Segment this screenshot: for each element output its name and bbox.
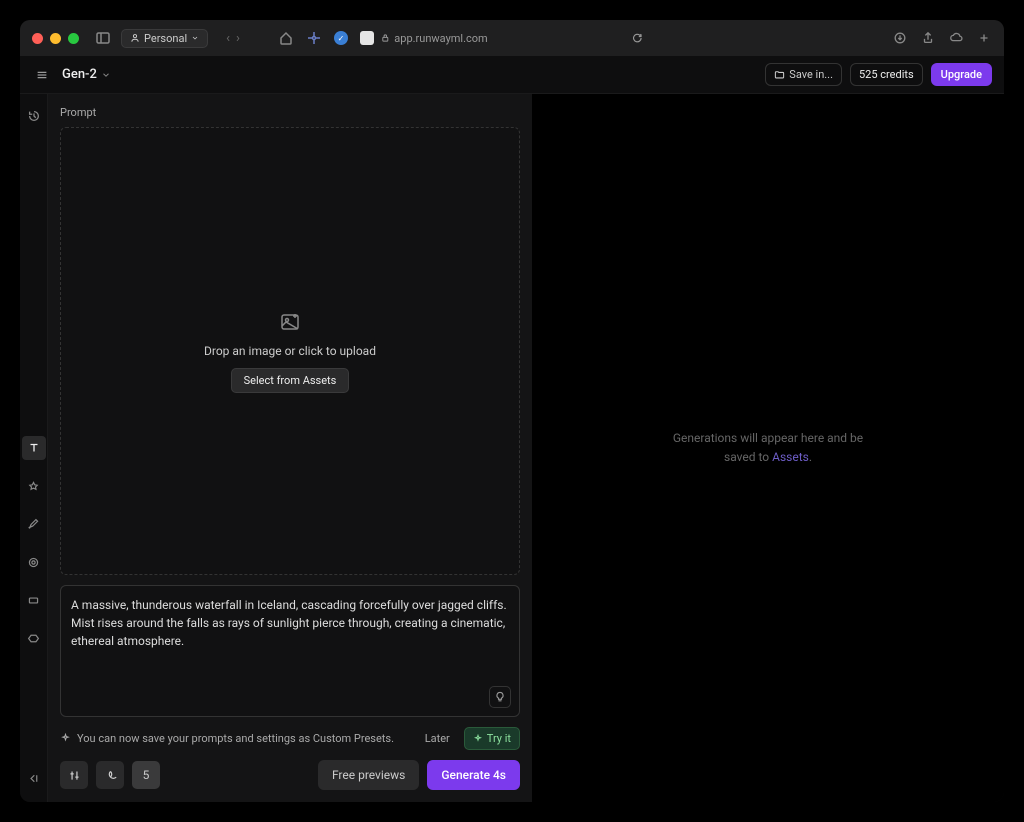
reload-icon[interactable] bbox=[632, 32, 644, 44]
camera-tool-icon[interactable] bbox=[22, 550, 46, 574]
suggest-icon[interactable] bbox=[489, 686, 511, 708]
tryit-label: Try it bbox=[487, 732, 511, 745]
image-tool-icon[interactable] bbox=[22, 474, 46, 498]
new-tab-icon[interactable] bbox=[976, 30, 992, 46]
image-dropzone[interactable]: Drop an image or click to upload Select … bbox=[60, 127, 520, 575]
output-panel: Generations will appear here and be save… bbox=[532, 94, 1004, 802]
url-text: app.runwayml.com bbox=[394, 32, 487, 45]
person-icon bbox=[130, 33, 140, 43]
lock-icon bbox=[380, 33, 390, 43]
prompt-input[interactable] bbox=[71, 596, 509, 706]
credits-badge[interactable]: 525 credits bbox=[850, 63, 923, 86]
workspace-button[interactable]: Personal bbox=[121, 29, 208, 48]
text-tool-icon[interactable] bbox=[22, 436, 46, 460]
settings-tool-icon[interactable] bbox=[22, 626, 46, 650]
titlebar: Personal ‹ › ✓ app.runwayml.com bbox=[20, 20, 1004, 56]
home-icon[interactable] bbox=[278, 30, 294, 46]
select-assets-button[interactable]: Select from Assets bbox=[231, 368, 350, 393]
save-label: Save in... bbox=[789, 68, 833, 81]
tryit-button[interactable]: Try it bbox=[464, 727, 520, 750]
app-header: Gen-2 Save in... 525 credits Upgrade bbox=[20, 56, 1004, 94]
history-icon[interactable] bbox=[22, 104, 46, 128]
chevron-down-icon bbox=[101, 70, 111, 80]
prompt-panel: Prompt Drop an image or click to upload … bbox=[48, 94, 532, 802]
app-icon[interactable] bbox=[360, 31, 374, 45]
image-upload-icon bbox=[278, 310, 302, 334]
sparkle-icon bbox=[60, 733, 71, 744]
sparkle-icon bbox=[473, 734, 483, 744]
generate-button[interactable]: Generate 4s bbox=[427, 760, 520, 790]
empty-state: Generations will appear here and be save… bbox=[673, 429, 863, 467]
assets-link[interactable]: Assets bbox=[772, 450, 809, 464]
share-icon[interactable] bbox=[920, 30, 936, 46]
app-header-right: Save in... 525 credits Upgrade bbox=[765, 63, 992, 86]
folder-icon bbox=[774, 69, 785, 80]
maximize-icon[interactable] bbox=[68, 33, 79, 44]
menu-icon[interactable] bbox=[32, 65, 52, 85]
chevron-down-icon bbox=[191, 34, 199, 42]
free-previews-button[interactable]: Free previews bbox=[318, 760, 419, 790]
sidebar-toggle-icon[interactable] bbox=[95, 30, 111, 46]
bottom-bar: 5 Free previews Generate 4s bbox=[60, 760, 520, 790]
close-icon[interactable] bbox=[32, 33, 43, 44]
project-title[interactable]: Gen-2 bbox=[62, 67, 111, 82]
dropzone-text: Drop an image or click to upload bbox=[204, 344, 376, 358]
main: Prompt Drop an image or click to upload … bbox=[20, 94, 1004, 802]
aspect-tool-icon[interactable] bbox=[22, 588, 46, 612]
tip-text: You can now save your prompts and settin… bbox=[77, 732, 394, 745]
later-button[interactable]: Later bbox=[417, 728, 458, 749]
download-icon[interactable] bbox=[892, 30, 908, 46]
brush-tool-icon[interactable] bbox=[22, 512, 46, 536]
verified-icon[interactable]: ✓ bbox=[334, 31, 348, 45]
traffic-lights bbox=[32, 33, 79, 44]
back-icon[interactable]: ‹ bbox=[226, 31, 230, 46]
minimize-icon[interactable] bbox=[50, 33, 61, 44]
empty-line2-prefix: saved to bbox=[724, 450, 772, 464]
cloud-icon[interactable] bbox=[948, 30, 964, 46]
extension-icon[interactable] bbox=[306, 30, 322, 46]
nav-arrows: ‹ › bbox=[226, 31, 240, 46]
sidebar bbox=[20, 94, 48, 802]
collapse-icon[interactable] bbox=[22, 766, 46, 790]
workspace-label: Personal bbox=[144, 32, 187, 45]
prompt-textarea-wrap bbox=[60, 585, 520, 717]
save-button[interactable]: Save in... bbox=[765, 63, 842, 86]
project-title-text: Gen-2 bbox=[62, 67, 97, 82]
titlebar-center-icons: ✓ bbox=[278, 30, 374, 46]
tip-bar: You can now save your prompts and settin… bbox=[60, 727, 520, 750]
browser-window: Personal ‹ › ✓ app.runwayml.com bbox=[20, 20, 1004, 802]
empty-line1: Generations will appear here and be bbox=[673, 431, 863, 445]
output-count[interactable]: 5 bbox=[132, 761, 160, 789]
prompt-label: Prompt bbox=[60, 106, 520, 119]
url-bar[interactable]: app.runwayml.com bbox=[380, 32, 643, 45]
titlebar-left: Personal ‹ › bbox=[95, 29, 240, 48]
upgrade-button[interactable]: Upgrade bbox=[931, 63, 992, 86]
forward-icon[interactable]: › bbox=[236, 31, 240, 46]
seed-icon[interactable] bbox=[96, 761, 124, 789]
titlebar-right bbox=[892, 30, 992, 46]
sliders-icon[interactable] bbox=[60, 761, 88, 789]
